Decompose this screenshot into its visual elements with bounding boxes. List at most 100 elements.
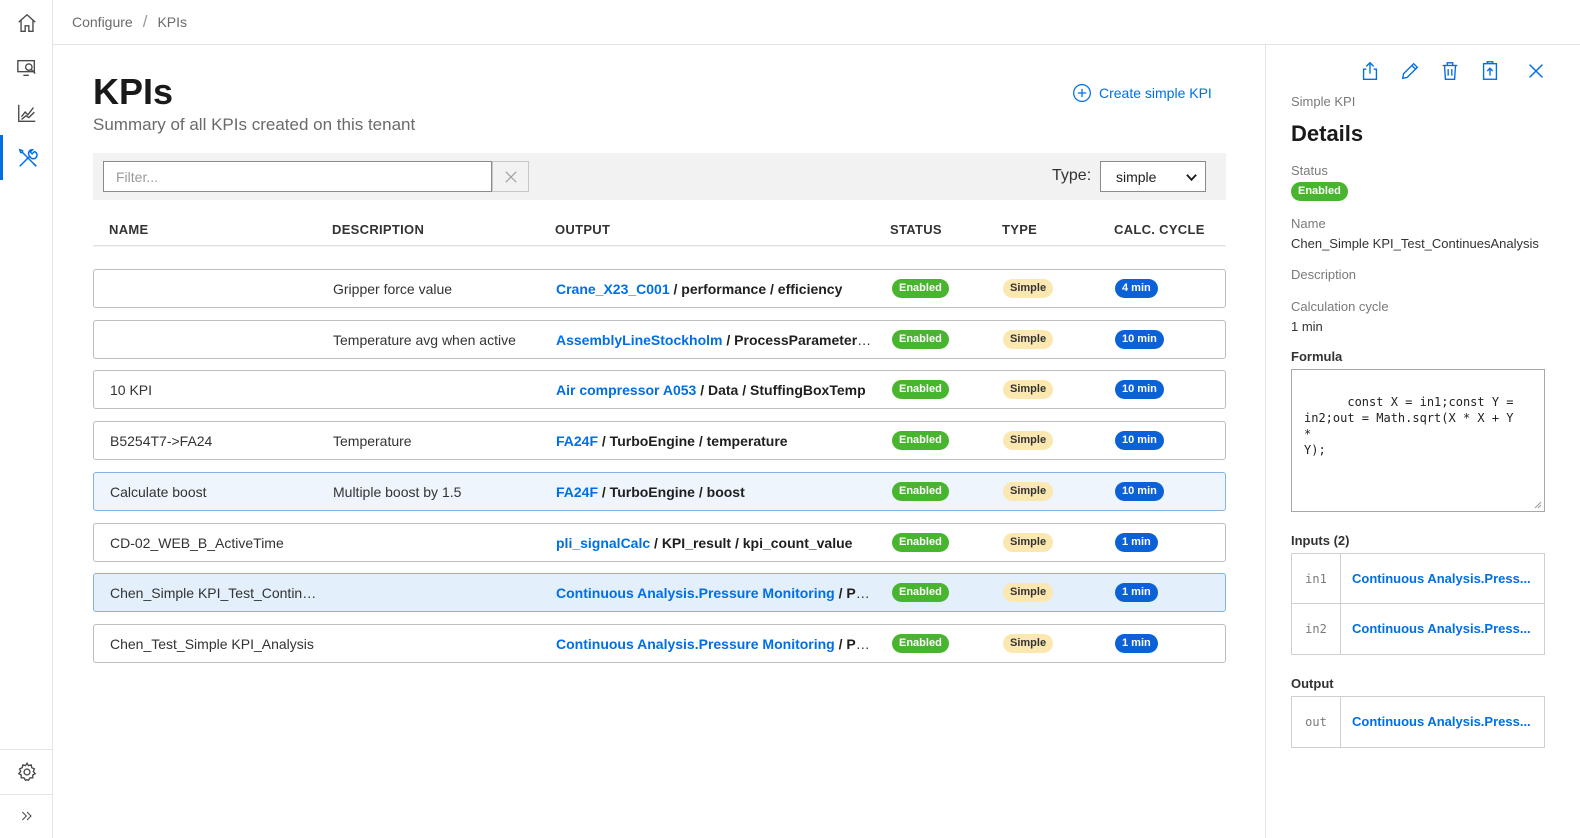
kpi-output: pli_signalCalc / KPI_result / kpi_count_…: [556, 535, 874, 551]
output-key: out: [1292, 697, 1341, 747]
kpi-description: Temperature: [333, 433, 412, 449]
breadcrumb-configure[interactable]: Configure: [72, 14, 133, 30]
kpi-output-link[interactable]: Crane_X23_C001: [556, 281, 670, 297]
kpi-output-link[interactable]: FA24F: [556, 484, 598, 500]
status-label: Status: [1291, 163, 1328, 178]
kpi-description: Multiple boost by 1.5: [333, 484, 462, 500]
type-badge: Simple: [1003, 634, 1054, 653]
nav-configure-button[interactable]: [0, 135, 53, 180]
create-simple-kpi-label: Create simple KPI: [1099, 85, 1212, 101]
nav-home-button[interactable]: [0, 0, 53, 45]
gear-icon: [17, 761, 36, 781]
delete-button[interactable]: [1438, 59, 1462, 83]
status-badge: Enabled: [1291, 182, 1348, 201]
column-header-status[interactable]: STATUS: [890, 222, 942, 237]
status-badge: Enabled: [892, 583, 949, 602]
trash-icon: [1442, 62, 1458, 80]
table-row[interactable]: 10 KPI Air compressor A053 / Data / Stuff…: [93, 370, 1226, 409]
table-row[interactable]: Chen_Simple KPI_Test_Continu... Continuou…: [93, 573, 1226, 612]
upload-icon: [1362, 61, 1378, 80]
formula-textarea[interactable]: const X = in1;const Y = in2;out = Math.s…: [1291, 369, 1545, 512]
kpi-name: Calculate boost: [110, 484, 207, 500]
edit-button[interactable]: [1398, 59, 1422, 83]
create-simple-kpi-button[interactable]: Create simple KPI: [1072, 83, 1212, 103]
description-label: Description: [1291, 267, 1357, 282]
chevron-down-icon: [1186, 174, 1197, 182]
status-badge: Enabled: [892, 380, 949, 399]
resize-grip-icon[interactable]: [1534, 501, 1542, 509]
kpi-name: Chen_Test_Simple KPI_Analysis: [110, 636, 314, 652]
double-chevron-right-icon: [21, 811, 32, 821]
breadcrumb-kpis[interactable]: KPIs: [157, 14, 187, 30]
type-badge: Simple: [1003, 583, 1054, 602]
type-badge: Simple: [1003, 533, 1054, 552]
filter-bar: Type: simple: [93, 153, 1226, 200]
calc-cycle-badge: 1 min: [1115, 533, 1158, 552]
name-value: Chen_Simple KPI_Test_ContinuesAnalysis: [1291, 236, 1539, 251]
table-row[interactable]: CD-02_WEB_B_ActiveTime pli_signalCalc / K…: [93, 523, 1226, 562]
kpi-output-link[interactable]: FA24F: [556, 433, 598, 449]
kpi-output-path: / Pres...: [838, 636, 874, 652]
status-badge: Enabled: [892, 330, 949, 349]
kpi-output-link[interactable]: Continuous Analysis.Pressure Monitoring: [556, 585, 835, 601]
type-badge: Simple: [1003, 279, 1054, 298]
table-row[interactable]: Chen_Test_Simple KPI_Analysis Continuous …: [93, 624, 1226, 663]
kpi-output: Crane_X23_C001 / performance / efficienc…: [556, 281, 874, 297]
details-kind: Simple KPI: [1291, 94, 1356, 109]
output-row: out Continuous Analysis.Press...: [1292, 697, 1544, 747]
type-badge: Simple: [1003, 431, 1054, 450]
clipboard-upload-icon: [1482, 61, 1498, 80]
input-row: in2 Continuous Analysis.Press...: [1292, 604, 1544, 654]
column-header-name[interactable]: NAME: [109, 222, 148, 237]
table-row[interactable]: B5254T7->FA24 Temperature FA24F / TurboEng…: [93, 421, 1226, 460]
column-header-type[interactable]: TYPE: [1002, 222, 1037, 237]
type-badge: Simple: [1003, 330, 1054, 349]
calc-cycle-badge: 10 min: [1115, 431, 1164, 450]
nav-analytics-button[interactable]: [0, 90, 53, 135]
export-button[interactable]: [1358, 59, 1382, 83]
kpi-output-path: / performance / efficiency: [669, 281, 843, 297]
kpi-output-link[interactable]: pli_signalCalc: [556, 535, 650, 551]
table-row[interactable]: Gripper force value Crane_X23_C001 / perf…: [93, 269, 1226, 308]
kpi-output-link[interactable]: Air compressor A053: [556, 382, 696, 398]
type-filter-label: Type:: [1052, 167, 1092, 184]
column-header-calc-cycle[interactable]: CALC. CYCLE: [1114, 222, 1205, 237]
output-label: Output: [1291, 676, 1334, 691]
calc-cycle-badge: 10 min: [1115, 330, 1164, 349]
kpi-output-path: / ProcessParameter / T...: [722, 332, 874, 348]
column-header-description[interactable]: DESCRIPTION: [332, 222, 424, 237]
kpi-description: Temperature avg when active: [333, 332, 516, 348]
filter-input[interactable]: [103, 161, 492, 192]
kpi-name: B5254T7->FA24: [110, 433, 213, 449]
inputs-table: in1 Continuous Analysis.Press... in2 Con…: [1291, 553, 1545, 655]
nav-monitor-button[interactable]: [0, 45, 53, 90]
type-filter-value: simple: [1116, 168, 1157, 185]
nav-settings-button[interactable]: [0, 749, 53, 794]
filter-clear-button[interactable]: [492, 161, 529, 192]
kpi-output-link[interactable]: Continuous Analysis.Pressure Monitoring: [556, 636, 835, 652]
kpi-output-path: / Pres...: [838, 585, 874, 601]
tools-icon: [18, 148, 38, 167]
copy-button[interactable]: [1478, 59, 1502, 83]
type-filter-select[interactable]: simple: [1100, 161, 1206, 192]
calculation-cycle-label: Calculation cycle: [1291, 299, 1389, 314]
input-key: in1: [1292, 554, 1341, 603]
close-panel-button[interactable]: [1524, 59, 1548, 83]
table-row[interactable]: Calculate boost Multiple boost by 1.5 FA24…: [93, 472, 1226, 511]
left-navigation: [0, 0, 53, 838]
kpi-output: FA24F / TurboEngine / temperature: [556, 433, 874, 449]
table-row[interactable]: Temperature avg when active AssemblyLineS…: [93, 320, 1226, 359]
kpi-output-path: / TurboEngine / temperature: [598, 433, 788, 449]
details-panel: Simple KPI Details Status Enabled Name C…: [1265, 45, 1580, 838]
kpi-description: Gripper force value: [333, 281, 453, 297]
output-value-link[interactable]: Continuous Analysis.Press...: [1352, 714, 1537, 729]
status-badge: Enabled: [892, 431, 949, 450]
kpi-output-path: / KPI_result / kpi_count_value: [650, 535, 853, 551]
input-value-link[interactable]: Continuous Analysis.Press...: [1352, 571, 1537, 586]
kpi-output-link[interactable]: AssemblyLineStockholm: [556, 332, 723, 348]
column-header-output[interactable]: OUTPUT: [555, 222, 610, 237]
input-value-link[interactable]: Continuous Analysis.Press...: [1352, 621, 1537, 636]
nav-expand-button[interactable]: [0, 794, 53, 838]
kpi-output: FA24F / TurboEngine / boost: [556, 484, 874, 500]
status-badge: Enabled: [892, 279, 949, 298]
